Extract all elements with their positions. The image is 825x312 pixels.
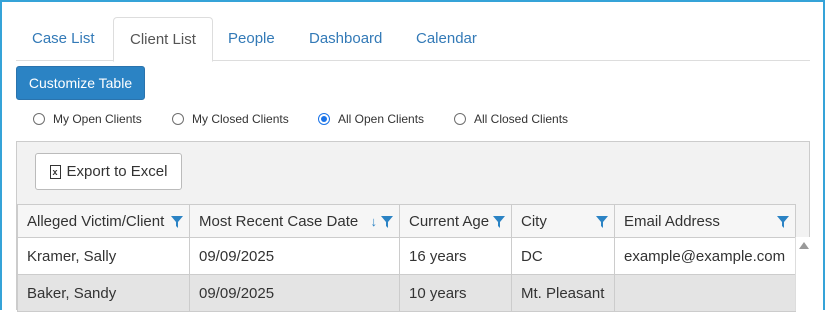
filter-my-closed-clients[interactable]: My Closed Clients bbox=[172, 110, 289, 128]
column-label: City bbox=[521, 212, 547, 230]
client-table: Alleged Victim/Client Most Recent Case D… bbox=[17, 204, 796, 312]
filter-icon[interactable] bbox=[493, 216, 505, 228]
column-label: Current Age bbox=[409, 212, 490, 230]
cell-age: 10 years bbox=[399, 274, 512, 312]
vertical-scrollbar[interactable] bbox=[795, 237, 810, 311]
column-label: Alleged Victim/Client bbox=[27, 212, 165, 230]
table-row[interactable]: Baker, Sandy 09/09/2025 10 years Mt. Ple… bbox=[17, 274, 796, 312]
radio-label: All Closed Clients bbox=[474, 112, 569, 126]
tab-bar: Case List Client List People Dashboard C… bbox=[16, 17, 810, 62]
radio-icon bbox=[33, 113, 45, 125]
tab-client-list[interactable]: Client List bbox=[113, 17, 213, 62]
radio-label: All Open Clients bbox=[338, 112, 425, 126]
filter-all-closed-clients[interactable]: All Closed Clients bbox=[454, 110, 568, 128]
column-header-email[interactable]: Email Address bbox=[614, 204, 796, 238]
excel-icon: x bbox=[49, 164, 61, 179]
table-row[interactable]: Kramer, Sally 09/09/2025 16 years DC exa… bbox=[17, 237, 796, 275]
customize-table-button[interactable]: Customize Table bbox=[16, 66, 145, 100]
column-label: Email Address bbox=[624, 212, 720, 230]
cell-email bbox=[614, 274, 796, 312]
table-header-row: Alleged Victim/Client Most Recent Case D… bbox=[17, 204, 796, 238]
column-header-client[interactable]: Alleged Victim/Client bbox=[17, 204, 190, 238]
cell-city: Mt. Pleasant bbox=[511, 274, 615, 312]
radio-label: My Closed Clients bbox=[192, 112, 289, 126]
filter-icon[interactable] bbox=[381, 216, 393, 228]
tab-people[interactable]: People bbox=[212, 17, 291, 61]
scroll-up-arrow-icon[interactable] bbox=[799, 242, 809, 249]
filter-icon[interactable] bbox=[596, 216, 608, 228]
cell-age: 16 years bbox=[399, 237, 512, 275]
filter-all-open-clients[interactable]: All Open Clients bbox=[318, 110, 424, 128]
cell-case-date: 09/09/2025 bbox=[189, 237, 400, 275]
column-header-city[interactable]: City bbox=[511, 204, 615, 238]
filter-icon[interactable] bbox=[777, 216, 789, 228]
tab-case-list[interactable]: Case List bbox=[16, 17, 111, 61]
column-header-age[interactable]: Current Age bbox=[399, 204, 512, 238]
cell-case-date: 09/09/2025 bbox=[189, 274, 400, 312]
cell-email: example@example.com bbox=[614, 237, 796, 275]
filter-icon[interactable] bbox=[171, 216, 183, 228]
sort-descending-icon[interactable]: ↓ bbox=[371, 214, 378, 229]
radio-label: My Open Clients bbox=[53, 112, 142, 126]
client-grid-panel: x Export to Excel Alleged Victim/Client … bbox=[16, 141, 810, 312]
cell-client: Baker, Sandy bbox=[17, 274, 190, 312]
radio-icon bbox=[172, 113, 184, 125]
cell-city: DC bbox=[511, 237, 615, 275]
tab-dashboard[interactable]: Dashboard bbox=[293, 17, 398, 61]
cell-client: Kramer, Sally bbox=[17, 237, 190, 275]
filter-my-open-clients[interactable]: My Open Clients bbox=[33, 110, 142, 128]
radio-icon bbox=[454, 113, 466, 125]
export-to-excel-button[interactable]: x Export to Excel bbox=[35, 153, 182, 190]
column-label: Most Recent Case Date bbox=[199, 212, 359, 230]
radio-checked-icon bbox=[318, 113, 330, 125]
column-header-case-date[interactable]: Most Recent Case Date ↓ bbox=[189, 204, 400, 238]
export-label: Export to Excel bbox=[66, 163, 168, 180]
tab-calendar[interactable]: Calendar bbox=[400, 17, 493, 61]
